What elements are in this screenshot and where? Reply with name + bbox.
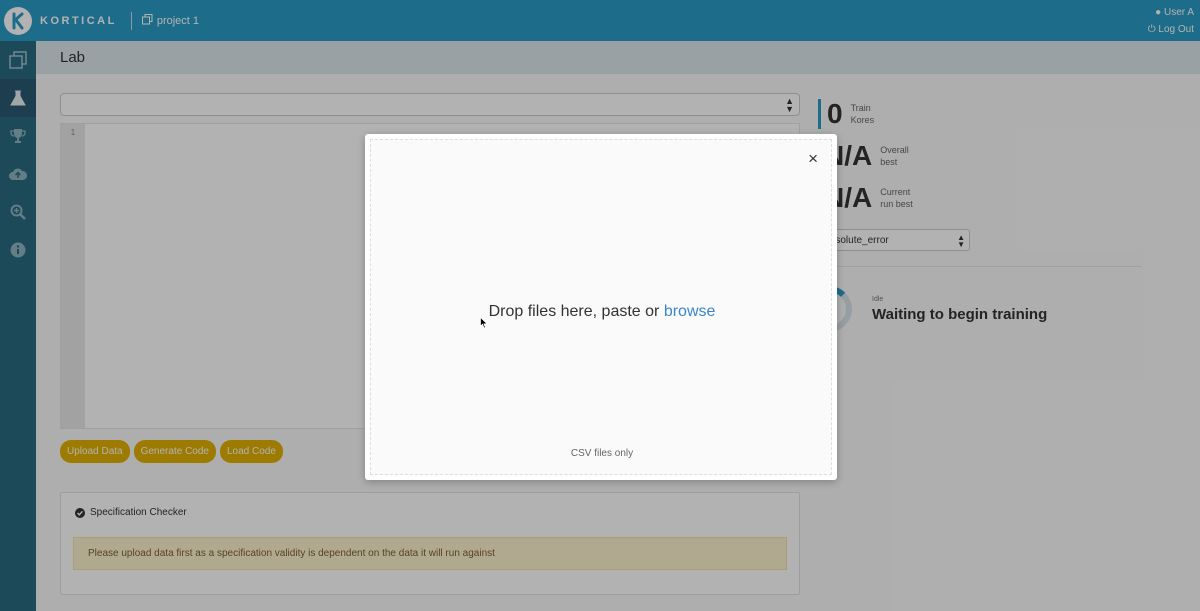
- dropzone-text: Drop files here, paste or: [488, 303, 660, 320]
- close-icon[interactable]: ×: [808, 150, 818, 167]
- browse-link[interactable]: browse: [664, 303, 716, 320]
- upload-modal: × Drop files here, paste or browse CSV f…: [365, 134, 837, 480]
- file-type-hint: CSV files only: [570, 448, 634, 459]
- dropzone-prompt: Drop files here, paste or browse: [371, 303, 833, 321]
- file-dropzone[interactable]: × Drop files here, paste or browse CSV f…: [370, 139, 832, 475]
- mouse-cursor-icon: [480, 317, 488, 329]
